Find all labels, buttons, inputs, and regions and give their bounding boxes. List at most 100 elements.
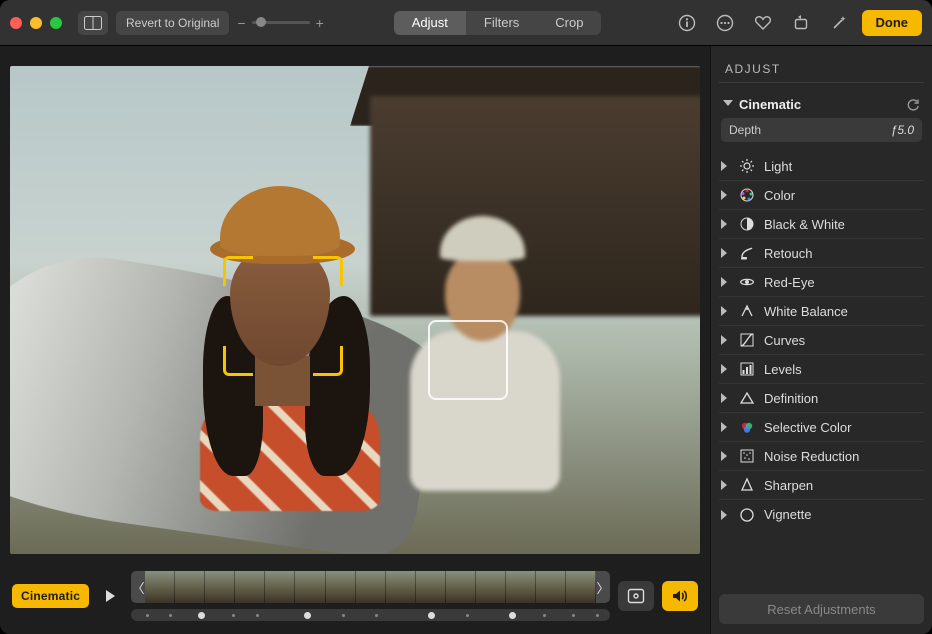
adjustment-redeye[interactable]: Red-Eye (719, 268, 924, 297)
adjustment-label: Red-Eye (764, 275, 815, 290)
adjustment-label: Light (764, 159, 792, 174)
adjustment-label: Sharpen (764, 478, 813, 493)
filmstrip-frames (145, 571, 596, 603)
trim-end-handle[interactable]: 〉 (596, 571, 610, 603)
chevron-right-icon (721, 190, 730, 200)
adjustment-bw[interactable]: Black & White (719, 210, 924, 239)
adjustment-label: Black & White (764, 217, 845, 232)
tab-adjust[interactable]: Adjust (394, 11, 466, 35)
adjustment-label: Vignette (764, 507, 811, 522)
adjustment-label: Color (764, 188, 795, 203)
sidebar-title: ADJUST (719, 56, 924, 83)
color-icon (738, 186, 756, 204)
rotate-icon[interactable] (786, 11, 816, 35)
adjustment-white-balance[interactable]: White Balance (719, 297, 924, 326)
minimize-window-button[interactable] (30, 17, 42, 29)
close-window-button[interactable] (10, 17, 22, 29)
cinematic-header[interactable]: Cinematic (721, 93, 922, 116)
redeye-icon (738, 273, 756, 291)
noise-reduction-icon (738, 447, 756, 465)
adjustment-label: White Balance (764, 304, 848, 319)
cinematic-depth-track[interactable] (131, 609, 610, 621)
adjustment-label: Retouch (764, 246, 812, 261)
more-icon[interactable] (710, 11, 740, 35)
chevron-right-icon (721, 335, 730, 345)
filmstrip-timeline[interactable]: 〈 〉 (131, 571, 610, 603)
sharpen-icon (738, 476, 756, 494)
chevron-right-icon (721, 422, 730, 432)
tab-crop[interactable]: Crop (537, 11, 601, 35)
adjustment-selective-color[interactable]: Selective Color (719, 413, 924, 442)
info-icon[interactable] (672, 11, 702, 35)
definition-icon (738, 389, 756, 407)
chevron-right-icon (721, 248, 730, 258)
chevron-right-icon (721, 277, 730, 287)
reset-cinematic-icon[interactable] (906, 98, 920, 112)
chevron-right-icon (721, 306, 730, 316)
video-viewer[interactable] (10, 66, 700, 554)
cinematic-badge[interactable]: Cinematic (12, 584, 89, 608)
favorite-heart-icon[interactable] (748, 11, 778, 35)
chevron-right-icon (721, 219, 730, 229)
zoom-track[interactable] (252, 21, 310, 24)
cinematic-label: Cinematic (739, 97, 801, 112)
adjustment-curves[interactable]: Curves (719, 326, 924, 355)
revert-to-original-button[interactable]: Revert to Original (116, 11, 229, 35)
square-split-icon[interactable] (78, 11, 108, 35)
bw-icon (738, 215, 756, 233)
adjust-sidebar: ADJUST Cinematic Depth ƒ5.0 Light Color Bl… (710, 46, 932, 634)
adjustment-color[interactable]: Color (719, 181, 924, 210)
focus-target-toggle[interactable] (618, 581, 654, 611)
chevron-right-icon (721, 161, 730, 171)
adjustment-retouch[interactable]: Retouch (719, 239, 924, 268)
photos-edit-window: Revert to Original − + Adjust Filters Cr… (0, 0, 932, 634)
trim-start-handle[interactable]: 〈 (131, 571, 145, 603)
levels-icon (738, 360, 756, 378)
chevron-right-icon (721, 393, 730, 403)
adjustment-noise-reduction[interactable]: Noise Reduction (719, 442, 924, 471)
play-button[interactable] (97, 583, 123, 609)
window-traffic-lights (10, 17, 62, 29)
auto-enhance-icon[interactable] (824, 11, 854, 35)
adjustment-label: Levels (764, 362, 802, 377)
white-balance-icon (738, 302, 756, 320)
chevron-right-icon (721, 480, 730, 490)
tab-filters[interactable]: Filters (466, 11, 537, 35)
adjustment-light[interactable]: Light (719, 152, 924, 181)
adjustment-definition[interactable]: Definition (719, 384, 924, 413)
selective-color-icon (738, 418, 756, 436)
depth-label: Depth (729, 123, 761, 137)
zoom-slider[interactable]: − + (237, 15, 323, 31)
light-icon (738, 157, 756, 175)
adjustments-list: Light Color Black & White Retouch Red-Eye Whi… (719, 152, 924, 529)
chevron-right-icon (721, 510, 730, 520)
reset-adjustments-button[interactable]: Reset Adjustments (719, 594, 924, 624)
adjustment-label: Selective Color (764, 420, 851, 435)
depth-value: ƒ5.0 (891, 123, 914, 137)
titlebar: Revert to Original − + Adjust Filters Cr… (0, 0, 932, 46)
edit-mode-segmented: Adjust Filters Crop (394, 11, 602, 35)
adjustment-sharpen[interactable]: Sharpen (719, 471, 924, 500)
adjustment-label: Curves (764, 333, 805, 348)
video-frame-image (10, 66, 700, 554)
retouch-icon (738, 244, 756, 262)
adjustment-levels[interactable]: Levels (719, 355, 924, 384)
video-controls: Cinematic 〈 〉 (0, 564, 710, 634)
secondary-focus-box[interactable] (428, 320, 508, 400)
primary-focus-brackets[interactable] (223, 256, 343, 376)
main-area: Cinematic 〈 〉 (0, 46, 710, 634)
cinematic-panel: Cinematic Depth ƒ5.0 (719, 89, 924, 152)
audio-toggle[interactable] (662, 581, 698, 611)
vignette-icon (738, 506, 756, 524)
adjustment-vignette[interactable]: Vignette (719, 500, 924, 529)
fullscreen-window-button[interactable] (50, 17, 62, 29)
done-button[interactable]: Done (862, 10, 923, 36)
chevron-right-icon (721, 451, 730, 461)
adjustment-label: Definition (764, 391, 818, 406)
chevron-right-icon (721, 364, 730, 374)
depth-slider-row[interactable]: Depth ƒ5.0 (721, 118, 922, 142)
adjustment-label: Noise Reduction (764, 449, 859, 464)
curves-icon (738, 331, 756, 349)
chevron-down-icon (723, 100, 733, 109)
zoom-out-icon: − (237, 15, 245, 31)
